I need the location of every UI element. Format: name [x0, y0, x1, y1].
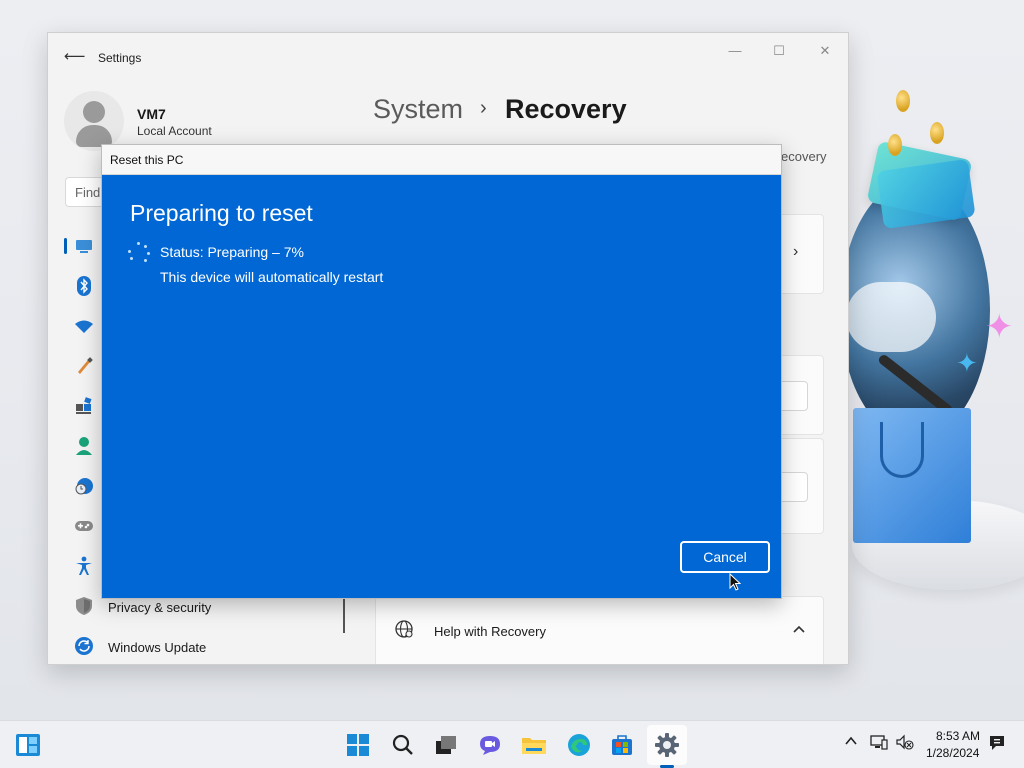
chevron-up-icon[interactable] — [792, 621, 806, 637]
edge-icon[interactable] — [565, 731, 593, 759]
back-arrow-icon[interactable]: ⟵ — [64, 49, 86, 65]
shield-icon[interactable] — [74, 596, 94, 616]
brush-icon[interactable] — [74, 356, 94, 376]
coin-decoration — [896, 90, 910, 112]
globe-icon — [394, 619, 414, 644]
cancel-button[interactable]: Cancel — [680, 541, 770, 573]
user-account-type: Local Account — [137, 124, 212, 138]
sparkle-icon: ✦ — [956, 348, 978, 378]
shopping-bag-handle-decoration — [880, 422, 924, 478]
clock-date[interactable]: 1/28/2024 — [926, 746, 979, 760]
spinner-icon — [128, 242, 150, 264]
wifi-icon[interactable] — [74, 316, 94, 336]
accessibility-icon[interactable] — [74, 556, 94, 576]
taskbar: 8:53 AM 1/28/2024 — [0, 720, 1024, 768]
breadcrumb-section[interactable]: System — [373, 94, 463, 125]
apps-icon[interactable] — [74, 396, 94, 416]
start-icon[interactable] — [344, 731, 372, 759]
help-card-label: Help with Recovery — [434, 624, 546, 639]
notification-icon[interactable] — [988, 734, 1006, 755]
sidebar-item-privacy-security[interactable]: Privacy & security — [108, 600, 211, 615]
dialog-heading: Preparing to reset — [130, 200, 313, 226]
reset-pc-dialog: Reset this PC Preparing to reset Status:… — [101, 144, 782, 599]
display-icon[interactable] — [74, 236, 94, 256]
coin-decoration — [888, 134, 902, 156]
window-title: Settings — [98, 51, 142, 65]
scrollbar[interactable] — [343, 599, 345, 633]
bluetooth-icon[interactable] — [74, 276, 94, 296]
page-title: Recovery — [505, 94, 627, 124]
nav-selected-indicator — [64, 238, 67, 254]
help-card[interactable]: Help with Recovery — [375, 596, 824, 664]
network-icon[interactable] — [870, 734, 888, 753]
chevron-up-icon[interactable] — [844, 734, 858, 751]
avatar-head — [83, 101, 105, 123]
search-icon[interactable] — [389, 731, 417, 759]
breadcrumb-separator: › — [480, 97, 487, 119]
magnifier-lens-decoration — [846, 282, 936, 352]
user-name: VM7 — [137, 106, 166, 122]
settings-card — [775, 438, 824, 534]
widgets-icon[interactable] — [14, 731, 42, 759]
restart-note: This device will automatically restart — [160, 269, 384, 285]
accounts-icon[interactable] — [74, 436, 94, 456]
avatar[interactable] — [64, 91, 124, 151]
dialog-titlebar: Reset this PC — [102, 145, 781, 175]
description-text: ecovery — [781, 149, 827, 164]
gaming-icon[interactable] — [74, 516, 94, 536]
sidebar-item-windows-update[interactable]: Windows Update — [108, 640, 206, 655]
settings-titlebar: ⟵ Settings — ☐ ✕ — [48, 33, 848, 81]
status-text: Status: Preparing – 7% — [160, 244, 304, 260]
maximize-button[interactable]: ☐ — [766, 43, 792, 61]
volume-muted-icon[interactable] — [896, 734, 914, 753]
coin-decoration — [930, 122, 944, 144]
clock-time[interactable]: 8:53 AM — [936, 729, 980, 743]
store-icon[interactable] — [608, 731, 636, 759]
task-view-icon[interactable] — [432, 731, 460, 759]
mouse-cursor-icon — [729, 573, 741, 591]
close-button[interactable]: ✕ — [812, 43, 838, 61]
file-explorer-icon[interactable] — [520, 731, 548, 759]
sparkle-icon: ✦ — [985, 308, 1014, 346]
settings-icon[interactable] — [653, 731, 681, 759]
chat-icon[interactable] — [476, 731, 504, 759]
dialog-title: Reset this PC — [110, 153, 184, 167]
chevron-right-icon: › — [793, 243, 799, 260]
windows-update-icon[interactable] — [74, 636, 94, 656]
time-language-icon[interactable] — [74, 476, 94, 496]
minimize-button[interactable]: — — [722, 43, 748, 61]
settings-card[interactable]: › — [775, 214, 824, 294]
settings-card — [775, 355, 824, 435]
